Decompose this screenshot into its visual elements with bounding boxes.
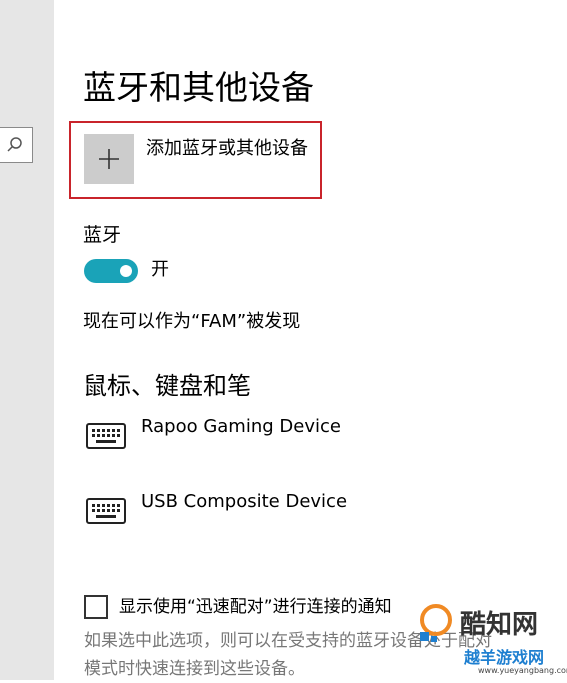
- bluetooth-label: 蓝牙: [83, 224, 122, 246]
- discoverable-text: 现在可以作为“FAM”被发现: [83, 311, 301, 332]
- watermark-logo-icon: [420, 604, 452, 642]
- add-device-button[interactable]: [84, 134, 134, 184]
- input-devices-heading: 鼠标、键盘和笔: [83, 372, 251, 400]
- keyboard-icon: [86, 498, 126, 524]
- watermark-url: www.yueyangbang.com: [478, 666, 567, 675]
- watermark: 酷知网 越羊游戏网 www.yueyangbang.com: [408, 600, 567, 680]
- search-box[interactable]: [0, 127, 33, 163]
- swift-pair-checkbox[interactable]: [84, 595, 108, 619]
- device-name[interactable]: Rapoo Gaming Device: [141, 414, 341, 440]
- page-title: 蓝牙和其他设备: [83, 68, 314, 107]
- left-nav-strip: [0, 0, 54, 680]
- device-name[interactable]: USB Composite Device: [141, 489, 347, 515]
- watermark-brand: 酷知网: [460, 610, 539, 640]
- add-device-label[interactable]: 添加蓝牙或其他设备: [146, 137, 308, 161]
- keyboard-icon: [86, 423, 126, 449]
- watermark-site: 越羊游戏网: [464, 648, 545, 667]
- toggle-knob: [120, 265, 132, 277]
- plus-icon: [99, 149, 119, 169]
- search-icon: [7, 137, 22, 152]
- bluetooth-toggle-state: 开: [151, 259, 169, 280]
- swift-pair-label[interactable]: 显示使用“迅速配对”进行连接的通知: [119, 594, 392, 620]
- bluetooth-toggle[interactable]: [84, 259, 138, 283]
